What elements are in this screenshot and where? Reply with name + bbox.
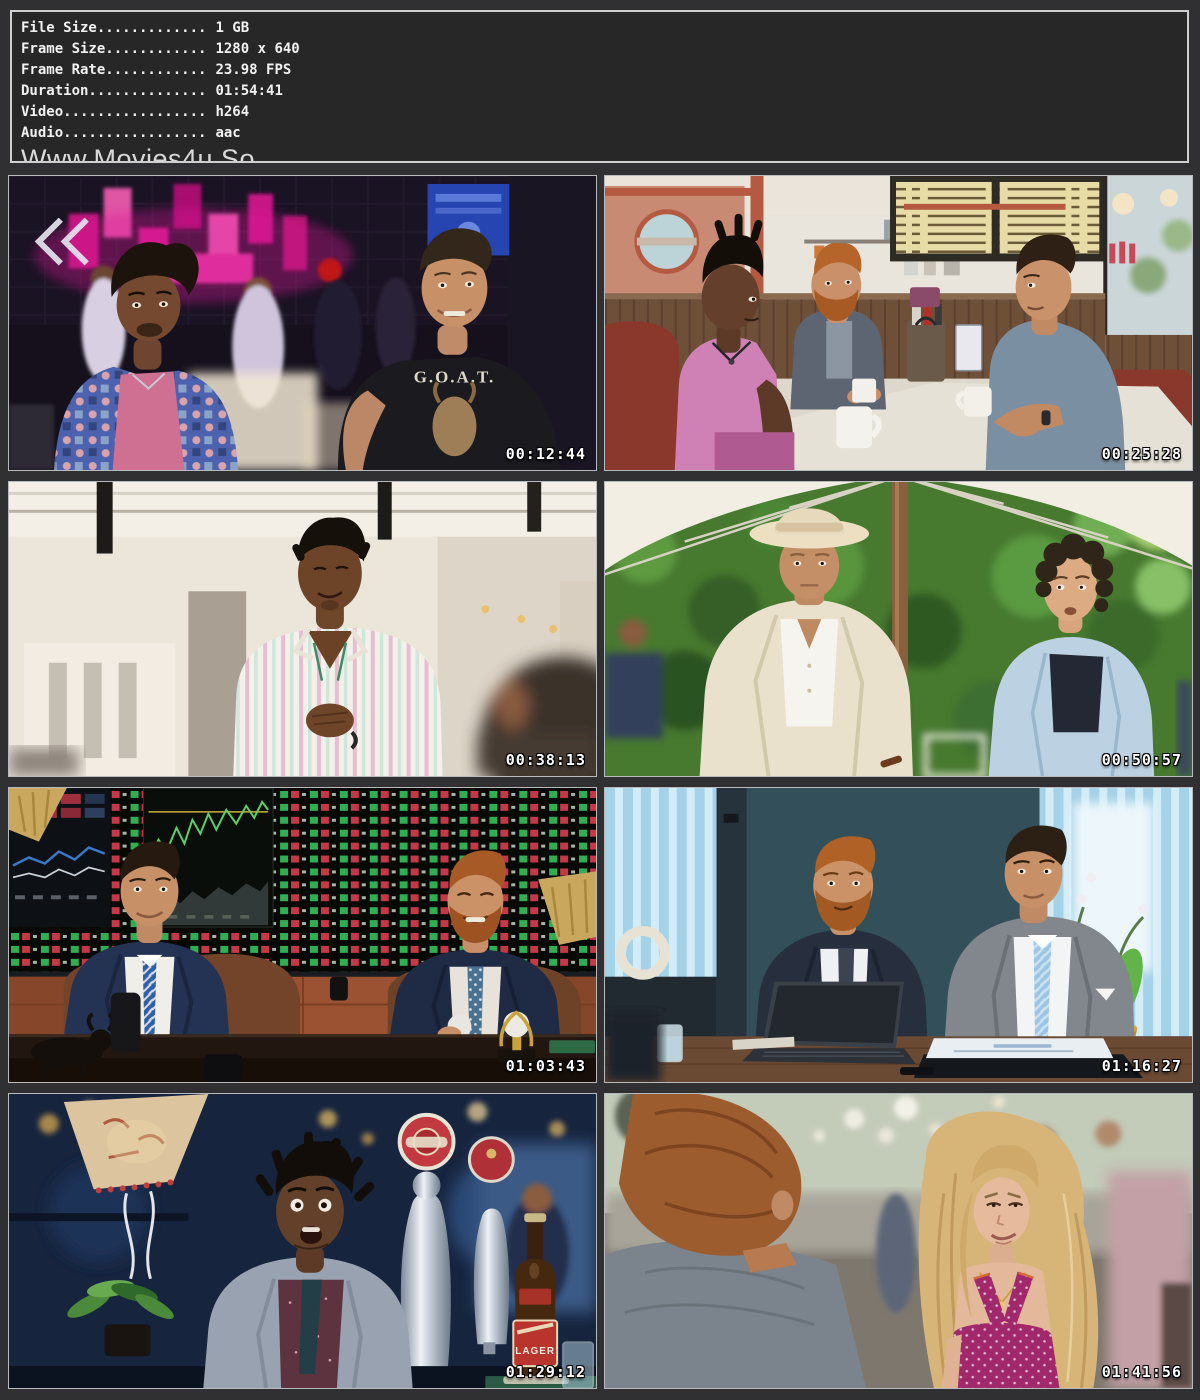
timestamp-badge: 01:41:56: [1102, 1363, 1182, 1381]
info-value: 01:54:41: [215, 81, 282, 102]
timestamp-badge: 00:50:57: [1102, 751, 1182, 769]
info-label: Audio.................: [21, 123, 206, 144]
screenshot-8: 01:41:56: [604, 1093, 1193, 1389]
media-info-row: Frame Size............ 1280 x 640: [21, 39, 1177, 60]
clasped-hands: [306, 703, 354, 737]
site-watermark: Www.Movies4u.So: [21, 145, 1177, 163]
timestamp-badge: 00:25:28: [1102, 445, 1182, 463]
screenshot-7: LAGER: [8, 1093, 597, 1389]
media-info-row: File Size............. 1 GB: [21, 18, 1177, 39]
black-mug: [204, 1054, 242, 1082]
screenshot-grid: G.O.A.T. 00:12:44: [8, 175, 1193, 1389]
info-label: Frame Rate............: [21, 60, 206, 81]
street-window: [1103, 176, 1192, 335]
green-folder: [549, 1040, 595, 1053]
scene-party: [605, 1094, 1192, 1388]
screenshot-5: 01:03:43: [8, 787, 597, 1083]
info-value: 1 GB: [215, 18, 249, 39]
info-label: Video.................: [21, 102, 206, 123]
scene-office-meeting: [605, 788, 1192, 1082]
timestamp-badge: 00:38:13: [506, 751, 586, 769]
media-info-row: Audio................. aac: [21, 123, 1177, 144]
scene-garden-party: [605, 482, 1192, 776]
info-label: File Size.............: [21, 18, 206, 39]
red-light: [318, 258, 342, 282]
timestamp-badge: 01:29:12: [506, 1363, 586, 1381]
goat-graphic: [433, 397, 477, 457]
phone: [900, 1067, 934, 1075]
black-tumbler: [111, 993, 141, 1053]
media-info-row: Duration.............. 01:54:41: [21, 81, 1177, 102]
booth-bench-left: [605, 321, 683, 470]
media-info-row: Frame Rate............ 23.98 FPS: [21, 60, 1177, 81]
condiment-caddy: [907, 287, 945, 381]
screenshot-3: 00:38:13: [8, 481, 597, 777]
info-value: 23.98 FPS: [215, 60, 291, 81]
lager-label-text: LAGER: [515, 1346, 555, 1357]
info-value: 1280 x 640: [215, 39, 299, 60]
screenshot-1: G.O.A.T. 00:12:44: [8, 175, 597, 471]
scene-bright-interior: [9, 482, 596, 776]
scene-diner: [605, 176, 1192, 470]
scene-pub: LAGER: [9, 1094, 596, 1388]
scene-trading-desk: [9, 788, 596, 1082]
goat-shirt-text: G.O.A.T.: [414, 368, 495, 387]
info-label: Duration..............: [21, 81, 206, 102]
timestamp-badge: 00:12:44: [506, 445, 586, 463]
menu-card: [956, 325, 982, 371]
timestamp-badge: 01:16:27: [1102, 1057, 1182, 1075]
info-value: aac: [215, 123, 240, 144]
scene-nightclub: G.O.A.T.: [9, 176, 596, 470]
media-info-row: Video................. h264: [21, 102, 1177, 123]
tap-badge-2: [469, 1138, 513, 1182]
media-info-panel: File Size............. 1 GB Frame Size...…: [10, 10, 1189, 163]
screenshot-2: 00:25:28: [604, 175, 1193, 471]
screenshot-4: 00:50:57: [604, 481, 1193, 777]
info-label: Frame Size............: [21, 39, 206, 60]
info-value: h264: [215, 102, 249, 123]
ptz-camera: [330, 977, 348, 1001]
wall-sconce: [724, 814, 739, 823]
timestamp-badge: 01:03:43: [506, 1057, 586, 1075]
document: [926, 1038, 1113, 1058]
screenshot-6: 01:16:27: [604, 787, 1193, 1083]
